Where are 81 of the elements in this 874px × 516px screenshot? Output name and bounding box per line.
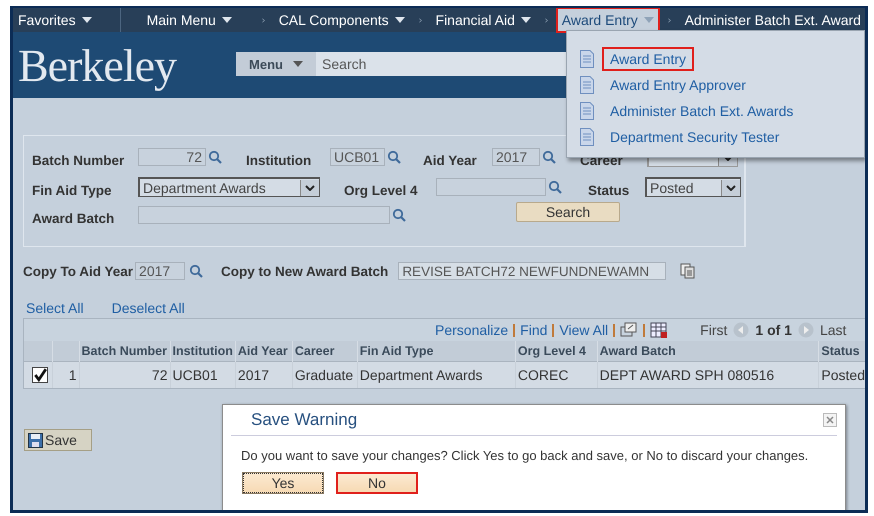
column-header: Aid Year — [235, 341, 292, 362]
spreadsheet-icon — [650, 322, 668, 338]
column-header: Career — [292, 341, 358, 362]
field-label: Copy To Aid Year — [23, 264, 134, 278]
dropdown-field[interactable]: Posted — [645, 177, 741, 197]
column-header: Fin Aid Type — [357, 341, 516, 362]
input-field[interactable]: UCB01 — [330, 148, 385, 166]
dialog-button[interactable]: Yes — [242, 472, 324, 494]
nav-menu-item[interactable]: Administer Batch Ext. Award — [680, 9, 865, 31]
table-cell: 72 — [79, 362, 170, 388]
last-label: Last — [820, 322, 846, 338]
field-label: Org Level 4 — [344, 183, 419, 198]
menu-item[interactable]: Award Entry — [604, 49, 692, 69]
link[interactable]: Personalize — [430, 324, 516, 336]
checkbox[interactable] — [32, 367, 48, 383]
caret-icon — [726, 184, 736, 190]
close-icon[interactable] — [823, 413, 837, 427]
search-button[interactable]: Search — [516, 202, 620, 222]
page-count: 1 of 1 — [755, 322, 792, 338]
next-icon — [798, 322, 814, 338]
field-label: Award Batch — [32, 211, 116, 226]
menu-item[interactable]: Administer Batch Ext. Awards — [604, 101, 800, 121]
nav-menu-item[interactable]: Award Entry — [558, 9, 658, 31]
logo: Berkeley — [18, 38, 176, 92]
field-label: Aid Year — [423, 153, 478, 168]
first-label: First — [700, 322, 728, 338]
table-cell: 2017 — [235, 362, 292, 388]
search-icon — [189, 264, 204, 278]
input-field[interactable] — [138, 206, 390, 224]
row-number: 1 — [52, 362, 80, 388]
column-header: Batch Number — [79, 341, 170, 362]
search-icon[interactable] — [392, 208, 406, 222]
new-window-icon — [620, 322, 638, 338]
nav-menu-item[interactable]: CAL Components — [274, 9, 409, 31]
field-label: Copy to New Award Batch — [221, 264, 388, 278]
dropdown-field[interactable]: Department Awards — [138, 177, 320, 197]
dialog-message: Do you want to save your changes? Click Yes to go back and save, or No to discard your changes. — [241, 448, 810, 463]
save-button[interactable]: Save — [24, 429, 92, 451]
table-cell: DEPT AWARD SPH 080516 — [597, 362, 819, 388]
menu-item[interactable]: Department Security Tester — [604, 127, 786, 147]
copy-icon — [680, 263, 696, 279]
link[interactable]: Deselect All — [112, 300, 185, 316]
check-icon — [33, 368, 47, 382]
nav-menu-item[interactable]: Financial Aid — [432, 9, 535, 31]
dialog-title: Save Warning — [251, 410, 358, 430]
document-icon — [580, 128, 594, 146]
field-label: Batch Number — [32, 153, 126, 168]
previous-icon — [733, 322, 750, 338]
document-icon — [580, 76, 594, 94]
document-icon — [580, 102, 594, 120]
search-icon[interactable] — [542, 150, 556, 164]
table-cell: Posted — [818, 362, 865, 388]
link[interactable]: Find — [515, 324, 554, 336]
caret-icon — [305, 184, 315, 190]
field-label: Status — [588, 183, 630, 198]
input-field[interactable]: 2017 — [135, 262, 186, 280]
table-cell: Department Awards — [357, 362, 516, 388]
table-cell: UCB01 — [170, 362, 236, 388]
field-label: Fin Aid Type — [32, 183, 112, 198]
column-header: Institution — [170, 341, 236, 362]
dialog-button[interactable]: No — [336, 472, 418, 494]
nav-menu-item[interactable]: Main Menu — [142, 9, 236, 31]
table-cell: COREC — [515, 362, 598, 388]
link[interactable]: Select All — [26, 300, 84, 316]
column-header: Org Level 4 — [515, 341, 598, 362]
search-icon[interactable] — [208, 150, 222, 164]
caret-icon — [293, 61, 303, 67]
document-icon — [580, 50, 594, 68]
input-field[interactable]: 2017 — [492, 148, 540, 166]
menu-button[interactable]: Menu — [236, 52, 316, 76]
field-label: Institution — [246, 153, 312, 168]
search-icon[interactable] — [548, 180, 562, 194]
search-icon[interactable] — [387, 150, 401, 164]
table-cell: Graduate — [292, 362, 358, 388]
input-field[interactable] — [436, 178, 546, 196]
input-field[interactable]: 72 — [138, 148, 206, 166]
menu-item[interactable]: Award Entry Approver — [604, 75, 752, 95]
column-header: Award Batch — [597, 341, 819, 362]
input-field[interactable]: REVISE BATCH72 NEWFUNDNEWAMN — [398, 262, 666, 280]
link[interactable]: View All — [554, 324, 616, 336]
column-header: Status — [818, 341, 865, 362]
